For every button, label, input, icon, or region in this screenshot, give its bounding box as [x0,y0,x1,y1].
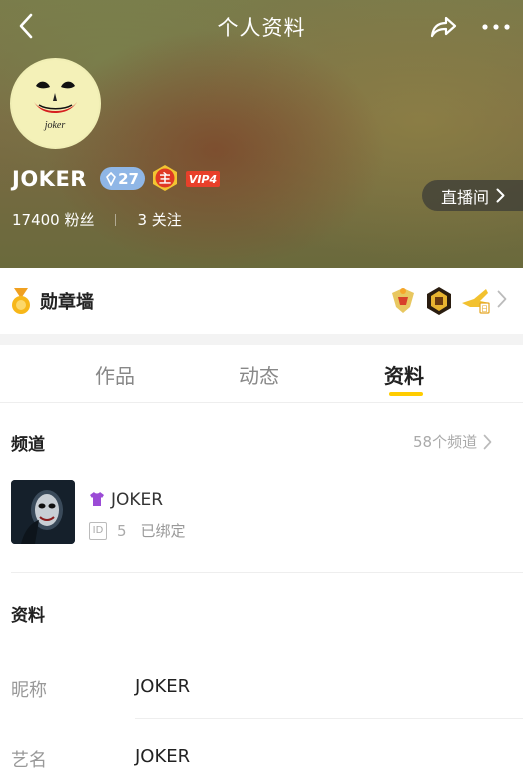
nickname-label: 昵称 [11,680,47,701]
nickname: JOKER [12,167,87,191]
channel-id-row: ID 5 已绑定 [89,520,186,541]
chevron-right-icon [483,434,492,449]
svg-text:日: 日 [481,305,488,313]
share-button[interactable] [426,10,462,44]
profile-info-title: 资料 [11,606,45,626]
diamond-icon [106,171,117,186]
followers-count[interactable]: 17400 粉丝 [12,209,95,230]
live-room-button[interactable]: 直播间 [422,180,523,211]
stats-row: 17400 粉丝 3 关注 [12,209,182,230]
tab-profile[interactable]: 资料 [384,360,424,389]
channels-title: 频道 [11,435,45,455]
channel-id-value: 5 [117,521,127,540]
live-room-label: 直播间 [441,187,490,207]
medal-wall-label: 勋章墙 [40,292,94,313]
stage-name-value: JOKER [135,746,191,767]
svg-text:joker: joker [43,120,66,131]
channel-bind-status: 已绑定 [140,522,186,540]
shirt-icon [90,492,104,506]
nickname-value: JOKER [135,676,191,697]
channel-name: JOKER [111,490,164,510]
vip-badge: VIP4 [186,171,220,187]
tab-works[interactable]: 作品 [95,360,135,389]
joker-avatar-image: joker [34,81,77,131]
following-count[interactable]: 3 关注 [138,209,182,230]
tab-moments[interactable]: 动态 [239,360,279,389]
share-icon [430,16,457,38]
stage-name-label: 艺名 [11,750,47,771]
id-icon: ID [89,521,107,540]
medal-badge-3-icon: 日 [462,289,490,314]
section-divider [11,572,523,573]
section-gap [0,334,523,345]
medal-list: 日 [388,285,494,317]
more-icon [482,24,510,30]
svg-text:主: 主 [159,171,171,186]
stats-divider [114,213,116,226]
more-button[interactable] [476,10,516,44]
profile-tabs: 作品 动态 资料 [0,345,523,403]
medal-icon [12,288,30,314]
info-divider [135,718,523,719]
level-number: 27 [118,169,139,188]
medal-badge-2-icon [427,287,451,315]
avatar[interactable]: joker [10,58,101,149]
chevron-right-icon [497,290,507,308]
channels-count: 58个频道 [413,433,478,451]
channel-thumbnail [11,480,75,544]
medal-wall-row[interactable]: 勋章墙 日 [0,268,523,334]
active-tab-indicator [389,392,423,396]
channels-more-link[interactable]: 58个频道 [413,431,492,452]
profile-header: 个人资料 joker JOKER 27 主 VIP4 17400 粉丝 3 关注… [0,0,523,268]
anchor-badge: 主 [151,164,179,192]
level-badge: 27 [100,167,145,190]
chevron-right-icon [496,188,505,203]
top-bar: 个人资料 [0,0,523,52]
medal-badge-1-icon [392,288,414,313]
channel-item[interactable]: JOKER ID 5 已绑定 [0,472,523,552]
